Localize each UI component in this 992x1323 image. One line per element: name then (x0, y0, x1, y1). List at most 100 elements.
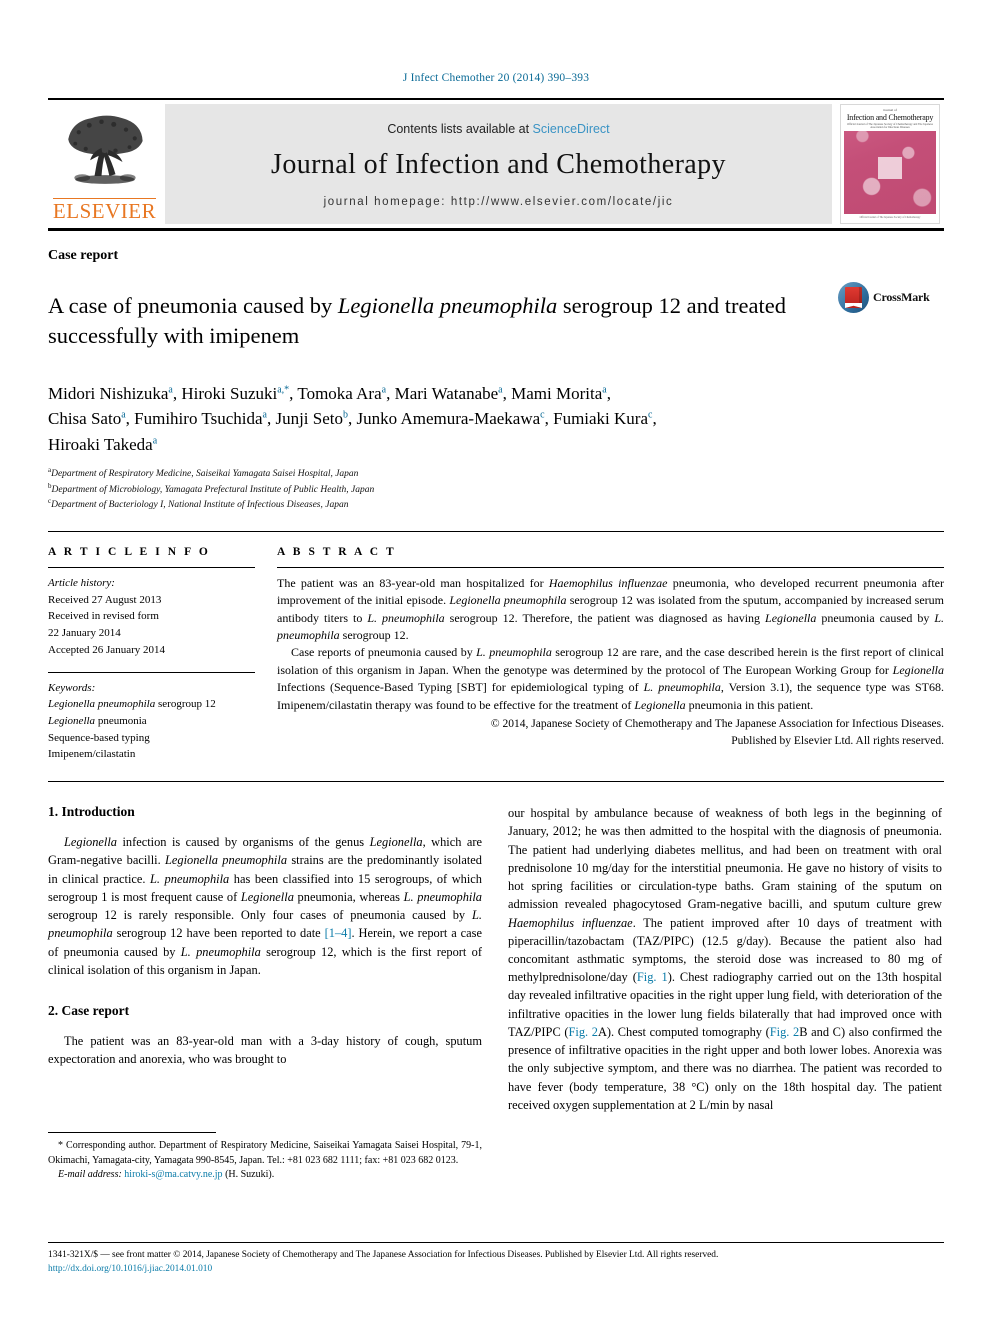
article-history: Article history: Received 27 August 2013… (48, 575, 255, 659)
citation-link-1-4[interactable]: [1–4] (325, 926, 352, 940)
footnote-divider (48, 1132, 216, 1134)
running-head: J Infect Chemother 20 (2014) 390–393 (402, 72, 590, 84)
body-column-right: our hospital by ambulance because of wea… (508, 804, 942, 1183)
author-item: Chisa Satoa, (48, 409, 134, 428)
keyword-item: Sequence-based typing (48, 731, 150, 744)
cover-line3: Official Journal of The Japanese Society… (847, 123, 933, 129)
affiliation-item: cDepartment of Bacteriology I, National … (48, 497, 944, 513)
author-name: Hiroaki Takeda (48, 434, 153, 454)
journal-banner: Contents lists available at ScienceDirec… (165, 104, 832, 224)
corresponding-author-footnote: * Corresponding author. Department of Re… (48, 1139, 482, 1183)
affiliation-text: Department of Respiratory Medicine, Sais… (51, 469, 359, 480)
author-item: Hiroki Suzukia,*, (181, 384, 297, 403)
abstract-paragraph-1: The patient was an 83-year-old man hospi… (277, 575, 945, 643)
journal-masthead: ELSEVIER Contents lists available at Sci… (48, 98, 944, 231)
author-sep: , (125, 409, 135, 428)
title-species: Legionella pneumophila (337, 293, 558, 319)
elsevier-tree-icon (67, 115, 143, 184)
cover-image: Journal of Infection and Chemotherapy Of… (840, 104, 940, 224)
author-sep: , (606, 383, 611, 403)
figure-link-fig1[interactable]: Fig. 1 (637, 970, 668, 984)
contents-available-line: Contents lists available at ScienceDirec… (387, 122, 609, 136)
email-label: E-mail address: (58, 1169, 122, 1181)
author-name: Tomoka Ara (297, 383, 382, 403)
email-line: E-mail address: hiroki-s@ma.catvy.ne.jp … (48, 1168, 482, 1183)
journal-title: Journal of Infection and Chemotherapy (271, 148, 726, 180)
case-report-paragraph-right: our hospital by ambulance because of wea… (508, 806, 943, 1112)
issn-copyright-line: 1341-321X/$ — see front matter © 2014, J… (48, 1249, 719, 1260)
abstract-body: The patient was an 83-year-old man hospi… (277, 575, 944, 749)
divider (48, 671, 255, 673)
corresponding-author-text: * Corresponding author. Department of Re… (48, 1140, 482, 1166)
article-page: J Infect Chemother 20 (2014) 390–393 ELS… (0, 0, 992, 1323)
author-affil-marker: a (152, 434, 158, 446)
author-item: Hiroaki Takedaa (48, 435, 157, 454)
case-report-paragraph-left: The patient was an 83-year-old man with … (48, 1033, 482, 1067)
introduction-paragraph: Legionella infection is caused by organi… (48, 835, 483, 977)
history-item: Received 27 August 2013 (48, 593, 162, 606)
author-name: Junko Amemura-Maekawa (356, 409, 541, 428)
keyword-item: Legionella pneumophila serogroup 12 (48, 698, 216, 711)
author-item: Tomoka Araa, (297, 384, 394, 403)
article-info-heading: A R T I C L E I N F O (48, 545, 211, 558)
abstract-copyright: © 2014, Japanese Society of Chemotherapy… (277, 716, 944, 749)
author-name: Fumiaki Kura (553, 409, 649, 428)
crossmark-badge[interactable]: CrossMark (838, 282, 938, 313)
sciencedirect-link[interactable]: ScienceDirect (533, 122, 610, 136)
author-name: Junji Seto (275, 409, 344, 428)
copyright-line-1: © 2014, Japanese Society of Chemotherapy… (490, 718, 944, 731)
email-owner: (H. Suzuki). (225, 1169, 275, 1181)
author-item: Fumihiro Tsuchidaa, (134, 409, 275, 428)
article-history-label: Article history: (48, 576, 115, 589)
author-sep: , (544, 409, 554, 428)
title-part1: A case of pneumonia caused by (48, 293, 338, 319)
cover-highlight-square (878, 156, 903, 179)
figure-link-fig2a[interactable]: Fig. 2 (568, 1025, 597, 1039)
history-item: 22 January 2014 (48, 627, 121, 640)
cover-line2: Infection and Chemotherapy (846, 113, 934, 122)
author-affil-marker: a,* (277, 383, 290, 395)
article-info-column: A R T I C L E I N F O Article history: R… (48, 546, 255, 763)
email-link[interactable]: hiroki-s@ma.catvy.ne.jp (124, 1169, 222, 1180)
author-name: Chisa Sato (48, 409, 122, 428)
author-item: Junji Setob, (275, 409, 356, 428)
cover-line1: Journal of (883, 108, 897, 112)
keywords-label: Keywords: (48, 681, 96, 694)
section-heading-case-report: 2. Case report (48, 1002, 130, 1018)
author-list: Midori Nishizukaa, Hiroki Suzukia,*, Tom… (48, 381, 944, 458)
journal-cover-thumbnail: Journal of Infection and Chemotherapy Of… (838, 104, 942, 224)
author-sep: , (652, 409, 657, 428)
divider (277, 566, 944, 568)
author-name: Hiroki Suzuki (181, 383, 278, 403)
body-column-left: 1. Introduction Legionella infection is … (48, 804, 482, 1183)
body-separator (48, 781, 944, 783)
author-sep: , (386, 383, 395, 403)
page-title: A case of pneumonia caused by Legionella… (48, 291, 838, 350)
author-item: Fumiaki Kurac, (553, 409, 657, 428)
author-item: Mari Watanabea, (395, 384, 512, 403)
keyword-item: Imipenem/cilastatin (48, 748, 136, 761)
doi-link[interactable]: http://dx.doi.org/10.1016/j.jiac.2014.01… (48, 1262, 944, 1276)
author-item: Mami Moritaa, (511, 384, 611, 403)
section-heading-introduction: 1. Introduction (48, 804, 135, 820)
keywords-block: Keywords: Legionella pneumophila serogro… (48, 680, 255, 764)
abstract-column: A B S T R A C T The patient was an 83-ye… (277, 546, 944, 763)
journal-homepage-link[interactable]: journal homepage: http://www.elsevier.co… (324, 196, 674, 208)
title-row: A case of pneumonia caused by Legionella… (48, 276, 944, 366)
affiliation-item: bDepartment of Microbiology, Yamagata Pr… (48, 482, 944, 498)
affiliation-list: aDepartment of Respiratory Medicine, Sai… (48, 466, 944, 513)
history-item: Received in revised form (48, 610, 159, 623)
affiliation-text: Department of Microbiology, Yamagata Pre… (51, 484, 375, 495)
affiliation-item: aDepartment of Respiratory Medicine, Sai… (48, 466, 944, 482)
cover-footer-band: Official Journal of The Japanese Society… (841, 214, 939, 223)
author-name: Mari Watanabe (394, 383, 499, 403)
abstract-paragraph-2: Case reports of pneumonia caused by L. p… (277, 645, 944, 712)
page-footer: 1341-321X/$ — see front matter © 2014, J… (48, 1241, 944, 1276)
figure-link-fig2bc[interactable]: Fig. 2 (770, 1025, 799, 1039)
copyright-line-2: Published by Elsevier Ltd. All rights re… (731, 734, 944, 747)
elsevier-logo: ELSEVIER (48, 100, 161, 228)
footer-divider (48, 1241, 944, 1243)
article-type: Case report (48, 248, 119, 263)
author-item: Midori Nishizukaa, (48, 384, 181, 403)
info-abstract-area: A R T I C L E I N F O Article history: R… (48, 530, 944, 763)
